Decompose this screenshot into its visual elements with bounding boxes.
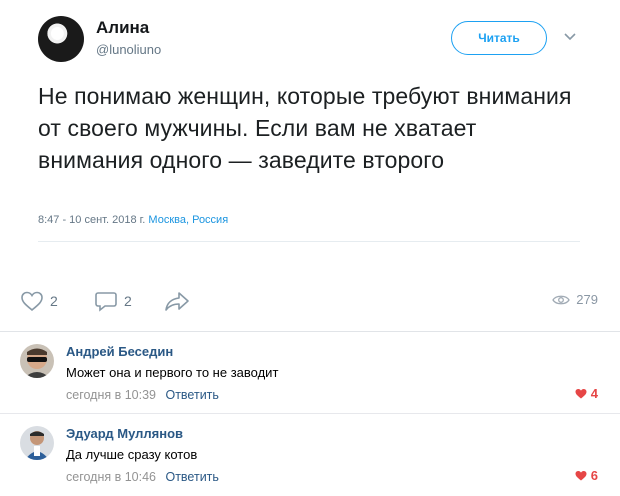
- comment-time[interactable]: сегодня в 10:39: [66, 388, 156, 402]
- divider: [38, 241, 580, 242]
- views-counter: 279: [552, 292, 598, 307]
- comment-text: Может она и первого то не заводит: [66, 365, 279, 380]
- like-action[interactable]: 2: [20, 290, 58, 312]
- author-name[interactable]: Алина: [96, 18, 149, 38]
- tweet-timestamp[interactable]: 8:47 - 10 сент. 2018 г.: [38, 214, 145, 226]
- reply-button[interactable]: Ответить: [165, 470, 218, 484]
- views-count: 279: [576, 292, 598, 307]
- comment-author[interactable]: Эдуард Муллянов: [66, 426, 183, 441]
- heart-icon: [21, 291, 43, 312]
- tweet-meta: 8:47 - 10 сент. 2018 г. Москва, Россия: [38, 214, 228, 226]
- tweet-card: Алина @lunoliuno Читать Не понимаю женщи…: [0, 0, 620, 270]
- tweet-text: Не понимаю женщин, которые требуют внима…: [38, 83, 572, 173]
- comment-avatar[interactable]: [20, 344, 54, 378]
- comment-avatar[interactable]: [20, 426, 54, 460]
- comment-meta: сегодня в 10:46 Ответить: [66, 470, 219, 484]
- author-handle[interactable]: @lunoliuno: [96, 42, 161, 57]
- comment-like[interactable]: 6: [575, 468, 598, 483]
- comment-icon: [95, 292, 117, 312]
- chevron-down-icon[interactable]: [564, 33, 576, 41]
- comment-text: Да лучше сразу котов: [66, 447, 198, 462]
- share-action[interactable]: [164, 290, 190, 312]
- comment-item: Андрей Беседин Может она и первого то не…: [0, 332, 620, 414]
- comment-action[interactable]: 2: [94, 290, 132, 312]
- heart-icon: [575, 389, 587, 399]
- heart-icon: [575, 471, 587, 481]
- comment-meta: сегодня в 10:39 Ответить: [66, 388, 219, 402]
- tweet-location[interactable]: Москва, Россия: [148, 214, 228, 226]
- comment-like-count: 4: [590, 386, 598, 401]
- action-bar: 2 2 279: [0, 270, 620, 332]
- comment-author[interactable]: Андрей Беседин: [66, 344, 173, 359]
- comment-like[interactable]: 4: [575, 386, 598, 401]
- like-count: 2: [50, 293, 58, 309]
- reply-button[interactable]: Ответить: [165, 388, 218, 402]
- share-icon: [165, 292, 189, 311]
- author-avatar[interactable]: [38, 16, 84, 62]
- comment-item: Эдуард Муллянов Да лучше сразу котов сег…: [0, 414, 620, 496]
- comment-count: 2: [124, 293, 132, 309]
- comment-time[interactable]: сегодня в 10:46: [66, 470, 156, 484]
- eye-icon: [552, 295, 571, 304]
- comment-like-count: 6: [590, 468, 598, 483]
- follow-button[interactable]: Читать: [451, 21, 547, 55]
